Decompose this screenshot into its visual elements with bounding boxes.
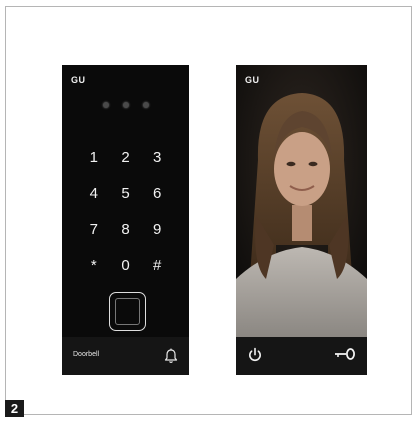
video-bottom-bar [236, 337, 367, 375]
fingerprint-sensor[interactable] [109, 292, 146, 331]
key-hash[interactable]: # [141, 255, 173, 276]
key-0[interactable]: 0 [110, 255, 142, 276]
video-panel: GU [236, 65, 367, 375]
key-5[interactable]: 5 [110, 183, 142, 204]
key-star[interactable]: * [78, 255, 110, 276]
figure-number-badge: 2 [5, 400, 24, 417]
status-led [142, 102, 149, 108]
keypad-grid: 1 2 3 4 5 6 7 8 9 * 0 # [78, 147, 173, 276]
power-icon[interactable] [247, 347, 263, 363]
key-icon[interactable] [334, 347, 356, 361]
status-led [122, 102, 129, 108]
key-9[interactable]: 9 [141, 219, 173, 240]
doorbell-label: Doorbell [73, 351, 100, 358]
bell-icon[interactable] [164, 348, 178, 364]
fingerprint-pad [115, 298, 140, 325]
brand-logo: GU [245, 75, 260, 85]
key-7[interactable]: 7 [78, 219, 110, 240]
camera-feed-portrait [236, 65, 367, 337]
key-1[interactable]: 1 [78, 147, 110, 168]
brand-logo: GU [71, 75, 86, 85]
key-4[interactable]: 4 [78, 183, 110, 204]
figure-frame: GU 1 2 3 4 5 6 7 8 9 * 0 # Doorbell GU [5, 6, 412, 415]
key-3[interactable]: 3 [141, 147, 173, 168]
keypad-panel: GU 1 2 3 4 5 6 7 8 9 * 0 # Doorbell [62, 65, 189, 375]
status-led [102, 102, 109, 108]
keypad-bottom-bar: Doorbell [62, 337, 189, 375]
key-8[interactable]: 8 [110, 219, 142, 240]
key-2[interactable]: 2 [110, 147, 142, 168]
key-6[interactable]: 6 [141, 183, 173, 204]
status-leds [62, 102, 189, 108]
